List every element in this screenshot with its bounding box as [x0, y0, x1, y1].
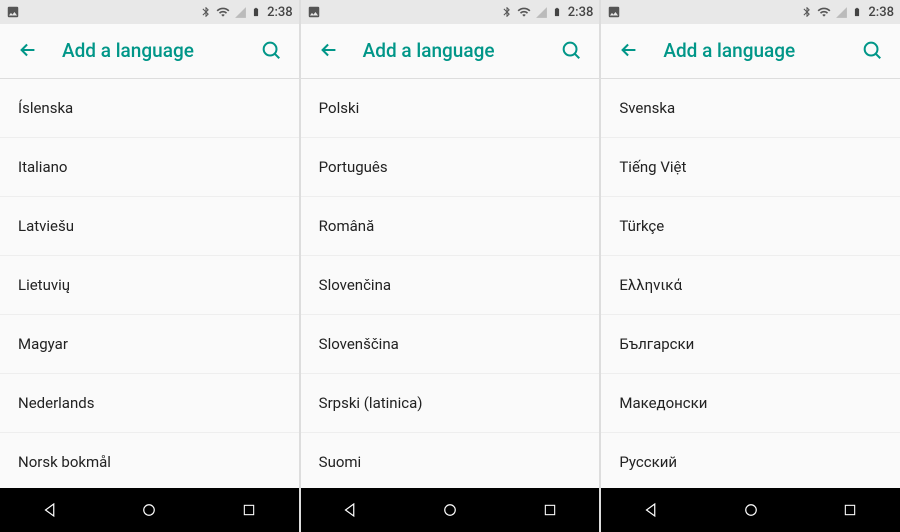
- wifi-icon: [216, 5, 230, 19]
- nav-bar: [0, 488, 299, 532]
- list-item[interactable]: Latviešu: [0, 197, 299, 256]
- list-item[interactable]: Русский: [601, 433, 900, 488]
- list-item[interactable]: Svenska: [601, 79, 900, 138]
- list-item[interactable]: Lietuvių: [0, 256, 299, 315]
- phone-screen-3: 2:38 Add a language Svenska Tiếng Việt T…: [601, 0, 900, 532]
- list-item[interactable]: Italiano: [0, 138, 299, 197]
- language-label: Svenska: [619, 99, 675, 117]
- image-icon: [6, 5, 20, 19]
- phone-screen-1: 2:38 Add a language Íslenska Italiano La…: [0, 0, 299, 532]
- list-item[interactable]: Български: [601, 315, 900, 374]
- nav-bar: [301, 488, 600, 532]
- bluetooth-icon: [501, 6, 513, 18]
- page-title: Add a language: [62, 39, 257, 62]
- language-label: Norsk bokmål: [18, 453, 111, 471]
- list-item[interactable]: Slovenščina: [301, 315, 600, 374]
- signal-icon: [234, 6, 247, 19]
- nav-back-button[interactable]: [621, 488, 681, 532]
- search-button[interactable]: [858, 36, 886, 64]
- nav-recent-button[interactable]: [520, 488, 580, 532]
- language-label: Nederlands: [18, 394, 94, 412]
- list-item[interactable]: Ελληνικά: [601, 256, 900, 315]
- nav-recent-button[interactable]: [820, 488, 880, 532]
- language-label: Tiếng Việt: [619, 158, 686, 176]
- list-item[interactable]: Türkçe: [601, 197, 900, 256]
- bluetooth-icon: [200, 6, 212, 18]
- wifi-icon: [817, 5, 831, 19]
- list-item[interactable]: Македонски: [601, 374, 900, 433]
- language-label: Suomi: [319, 453, 362, 471]
- language-label: Ελληνικά: [619, 276, 682, 294]
- app-bar: Add a language: [301, 24, 600, 76]
- language-list: Svenska Tiếng Việt Türkçe Ελληνικά Бълга…: [601, 79, 900, 488]
- language-label: Türkçe: [619, 217, 664, 235]
- nav-back-button[interactable]: [320, 488, 380, 532]
- language-label: Български: [619, 335, 694, 353]
- status-time: 2:38: [568, 5, 594, 20]
- battery-icon: [852, 5, 862, 19]
- list-item[interactable]: Tiếng Việt: [601, 138, 900, 197]
- status-time: 2:38: [868, 5, 894, 20]
- language-label: Latviešu: [18, 217, 74, 235]
- language-list: Íslenska Italiano Latviešu Lietuvių Magy…: [0, 79, 299, 488]
- back-button[interactable]: [315, 36, 343, 64]
- language-label: Slovenščina: [319, 335, 399, 353]
- search-button[interactable]: [257, 36, 285, 64]
- list-item[interactable]: Norsk bokmål: [0, 433, 299, 488]
- language-label: Português: [319, 158, 388, 176]
- image-icon: [607, 5, 621, 19]
- language-label: Srpski (latinica): [319, 394, 423, 412]
- list-item[interactable]: Nederlands: [0, 374, 299, 433]
- list-item[interactable]: Suomi: [301, 433, 600, 488]
- battery-icon: [251, 5, 261, 19]
- language-label: Slovenčina: [319, 276, 391, 294]
- signal-icon: [535, 6, 548, 19]
- language-label: Română: [319, 217, 375, 235]
- signal-icon: [835, 6, 848, 19]
- language-label: Polski: [319, 99, 360, 117]
- language-label: Македонски: [619, 394, 707, 412]
- phone-screen-2: 2:38 Add a language Polski Português Rom…: [301, 0, 600, 532]
- nav-recent-button[interactable]: [219, 488, 279, 532]
- list-item[interactable]: Slovenčina: [301, 256, 600, 315]
- nav-home-button[interactable]: [119, 488, 179, 532]
- status-bar: 2:38: [601, 0, 900, 24]
- image-icon: [307, 5, 321, 19]
- search-button[interactable]: [557, 36, 585, 64]
- status-bar: 2:38: [0, 0, 299, 24]
- status-time: 2:38: [267, 5, 293, 20]
- list-item[interactable]: Polski: [301, 79, 600, 138]
- language-label: Magyar: [18, 335, 68, 353]
- language-label: Lietuvių: [18, 276, 70, 294]
- bluetooth-icon: [801, 6, 813, 18]
- nav-home-button[interactable]: [721, 488, 781, 532]
- nav-home-button[interactable]: [420, 488, 480, 532]
- list-item[interactable]: Português: [301, 138, 600, 197]
- back-button[interactable]: [14, 36, 42, 64]
- language-label: Íslenska: [18, 99, 73, 117]
- wifi-icon: [517, 5, 531, 19]
- language-label: Italiano: [18, 158, 67, 176]
- status-bar: 2:38: [301, 0, 600, 24]
- app-bar: Add a language: [601, 24, 900, 76]
- list-item[interactable]: Íslenska: [0, 79, 299, 138]
- back-button[interactable]: [615, 36, 643, 64]
- list-item[interactable]: Magyar: [0, 315, 299, 374]
- page-title: Add a language: [363, 39, 558, 62]
- nav-back-button[interactable]: [20, 488, 80, 532]
- list-item[interactable]: Română: [301, 197, 600, 256]
- list-item[interactable]: Srpski (latinica): [301, 374, 600, 433]
- language-list: Polski Português Română Slovenčina Slove…: [301, 79, 600, 488]
- battery-icon: [552, 5, 562, 19]
- nav-bar: [601, 488, 900, 532]
- app-bar: Add a language: [0, 24, 299, 76]
- page-title: Add a language: [663, 39, 858, 62]
- language-label: Русский: [619, 453, 677, 471]
